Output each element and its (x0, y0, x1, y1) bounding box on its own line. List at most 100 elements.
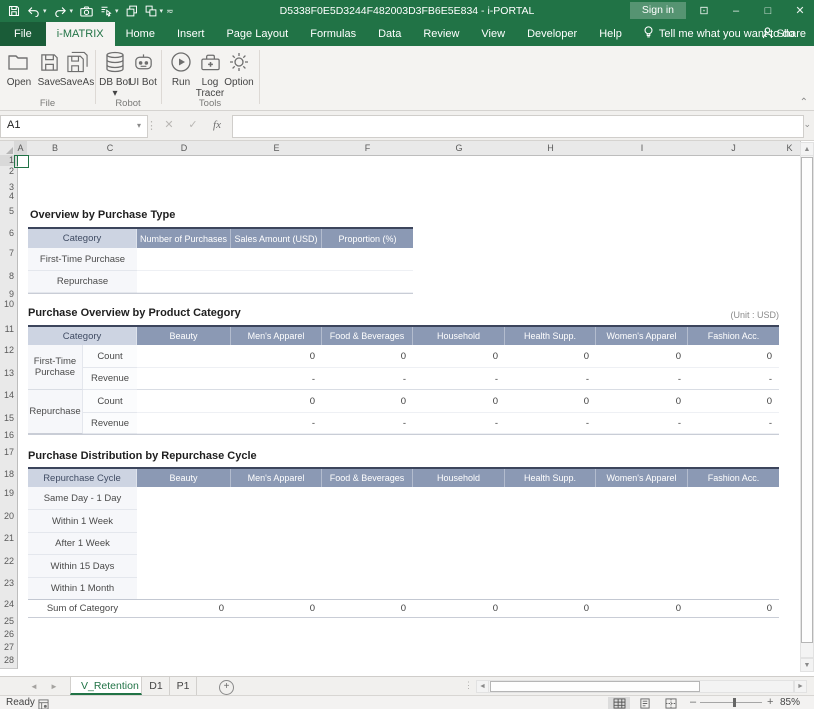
row-header-17[interactable]: 17 (0, 447, 18, 470)
table1-header-category: Category (28, 229, 137, 248)
table3-cycle-label: Within 1 Week (28, 510, 137, 533)
open-button[interactable]: Open (2, 49, 36, 88)
column-header-E[interactable]: E (231, 141, 323, 156)
ribbon-tab-developer[interactable]: Developer (516, 22, 588, 46)
row-header-10[interactable]: 10 (0, 299, 18, 325)
row-header-18[interactable]: 18 (0, 469, 18, 489)
zoom-out-icon[interactable]: – (690, 696, 696, 709)
collapse-ribbon-icon[interactable]: ⌃ (800, 97, 808, 108)
row-header-6[interactable]: 6 (0, 228, 18, 249)
next-sheet-icon[interactable]: ► (50, 677, 58, 696)
row-header-4[interactable]: 4 (0, 191, 18, 207)
ribbon-tab-formulas[interactable]: Formulas (299, 22, 367, 46)
table2-cell: - (596, 368, 688, 390)
row-header-24[interactable]: 24 (0, 599, 18, 617)
column-header-C[interactable]: C (83, 141, 138, 156)
row-header-22[interactable]: 22 (0, 556, 18, 579)
namebox-caret-icon[interactable]: ▾ (137, 116, 141, 135)
table2-metric-label: Count (83, 390, 137, 413)
prev-sheet-icon[interactable]: ◄ (30, 677, 38, 696)
page-break-view-button[interactable] (660, 697, 682, 709)
ribbon-tab-file[interactable]: File (0, 22, 46, 46)
row-header-7[interactable]: 7 (0, 248, 18, 272)
column-header-F[interactable]: F (322, 141, 414, 156)
scroll-left-icon[interactable]: ◄ (476, 680, 489, 693)
row-header-15[interactable]: 15 (0, 413, 18, 431)
column-header-K[interactable]: K (779, 141, 801, 156)
row-header-27[interactable]: 27 (0, 642, 18, 656)
scroll-down-icon[interactable]: ▼ (800, 658, 814, 672)
expand-formula-bar-icon[interactable]: ⌄ (803, 119, 811, 130)
new-sheet-icon[interactable]: + (219, 680, 234, 695)
row-header-16[interactable]: 16 (0, 430, 18, 448)
table1-bottom-border (28, 293, 413, 294)
sign-in-button[interactable]: Sign in (630, 2, 686, 19)
formula-input[interactable] (232, 115, 804, 138)
column-header-A[interactable]: A (14, 141, 28, 156)
column-header-G[interactable]: G (413, 141, 506, 156)
column-header-J[interactable]: J (688, 141, 780, 156)
table3-sum-cell: 0 (322, 600, 413, 617)
spreadsheet-grid[interactable]: ABCDEFGHIJK 1234567891011121314151617181… (0, 141, 814, 676)
row-header-21[interactable]: 21 (0, 533, 18, 557)
table3-sum-label: Sum of Category (28, 600, 137, 617)
ui-bot-button[interactable]: UI Bot (126, 49, 160, 88)
select-all-triangle-icon (6, 147, 13, 154)
row-header-12[interactable]: 12 (0, 345, 18, 369)
formula-bar: A1▾ ⋮ ✕ ✓ fx ⌄ (0, 111, 814, 141)
zoom-slider-thumb[interactable] (733, 698, 736, 707)
name-box[interactable]: A1▾ (0, 115, 148, 138)
minimize-button[interactable]: – (722, 0, 750, 22)
normal-view-button[interactable] (608, 697, 630, 709)
row-header-19[interactable]: 19 (0, 488, 18, 512)
row-header-23[interactable]: 23 (0, 578, 18, 600)
sheet-tab-v-retention[interactable]: V_Retention (70, 677, 142, 695)
ribbon-tab-review[interactable]: Review (412, 22, 470, 46)
zoom-in-icon[interactable]: + (767, 696, 773, 709)
ribbon-display-options-button[interactable]: ⊡ (690, 0, 718, 22)
row-header-8[interactable]: 8 (0, 271, 18, 290)
share-button[interactable]: Share (762, 22, 806, 46)
insert-function-icon[interactable]: fx (206, 115, 228, 136)
row-header-5[interactable]: 5 (0, 206, 18, 229)
ribbon-tab-page-layout[interactable]: Page Layout (215, 22, 299, 46)
scroll-right-icon[interactable]: ► (794, 680, 807, 693)
option-button[interactable]: Option (222, 49, 256, 88)
column-header-I[interactable]: I (596, 141, 689, 156)
maximize-button[interactable]: □ (754, 0, 782, 22)
person-icon (762, 27, 773, 42)
page-layout-view-button[interactable] (634, 697, 656, 709)
table2-header-5: Women's Apparel (596, 327, 688, 345)
macro-record-icon[interactable] (38, 697, 49, 709)
row-header-20[interactable]: 20 (0, 511, 18, 534)
ribbon-tab-insert[interactable]: Insert (166, 22, 216, 46)
zoom-slider[interactable] (700, 702, 762, 703)
save-as-button[interactable]: SaveAs (60, 49, 94, 88)
select-all-corner[interactable] (0, 141, 15, 156)
ribbon-tab-i-matrix[interactable]: i-MATRIX (46, 22, 115, 46)
row-header-28[interactable]: 28 (0, 655, 18, 669)
column-header-D[interactable]: D (137, 141, 232, 156)
row-header-26[interactable]: 26 (0, 629, 18, 643)
row-header-2[interactable]: 2 (0, 166, 18, 183)
ribbon-tab-view[interactable]: View (470, 22, 516, 46)
ribbon-tab-home[interactable]: Home (115, 22, 166, 46)
column-header-H[interactable]: H (505, 141, 597, 156)
ribbon-tab-help[interactable]: Help (588, 22, 633, 46)
table3-header-6: Fashion Acc. (688, 469, 779, 487)
ribbon-group-file: Open Save SaveAs File (0, 46, 95, 110)
row-header-14[interactable]: 14 (0, 390, 18, 414)
close-button[interactable]: ✕ (786, 0, 814, 22)
row-header-13[interactable]: 13 (0, 368, 18, 391)
row-header-11[interactable]: 11 (0, 324, 18, 346)
scroll-up-icon[interactable]: ▲ (800, 142, 814, 156)
column-header-B[interactable]: B (27, 141, 84, 156)
ribbon-tab-data[interactable]: Data (367, 22, 412, 46)
enter-check-icon[interactable]: ✓ (182, 115, 204, 136)
sheet-tab-p1[interactable]: P1 (170, 677, 197, 695)
cancel-icon[interactable]: ✕ (158, 115, 180, 136)
vertical-scrollbar-thumb[interactable] (801, 157, 813, 643)
horizontal-scrollbar-thumb[interactable] (490, 681, 700, 692)
row-header-25[interactable]: 25 (0, 616, 18, 630)
sheet-tab-d1[interactable]: D1 (143, 677, 170, 695)
